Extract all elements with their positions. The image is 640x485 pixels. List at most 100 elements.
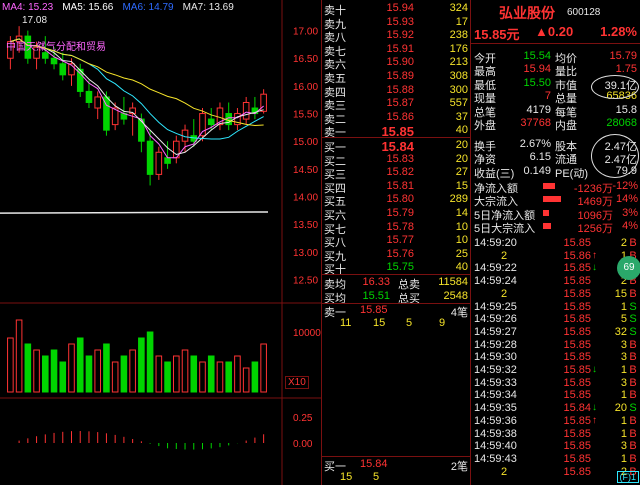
tick-price: 15.85 [563,325,591,338]
stat-label: 内盘 [555,120,577,132]
ask-level[interactable]: 卖一 15.85 40 [322,124,470,139]
tick-row[interactable]: 14:59:28 15.85 3 B [471,339,640,352]
tick-row[interactable]: 14:59:40 15.85 3 B [471,440,640,453]
price-axis-label: 12.50 [293,275,318,286]
tick-row[interactable]: 14:59:2215.85↓7B [471,262,640,275]
level-volume: 40 [455,261,468,274]
tick-price: 15.85 [563,351,591,364]
ask-level[interactable]: 卖五 15.89 308 [322,70,470,85]
stat-label: 外盘 [474,120,496,132]
tick-row[interactable]: 14:59:30 15.85 3 B [471,351,640,364]
bid-level[interactable]: 买九 15.76 25 [322,248,470,263]
tick-row[interactable]: 14:59:26 15.85 5 S [471,313,640,326]
tick-row[interactable]: 2 15.85 2 B [471,466,640,479]
price-axis-label: 15.00 [293,137,318,148]
tick-row[interactable]: 14:59:20 15.85 2 B [471,237,640,250]
tick-row[interactable]: 14:59:33 15.85 3 B [471,377,640,390]
percent-change: 1.28% [600,24,637,39]
ask-level[interactable]: 卖六 15.90 213 [322,56,470,71]
tick-row[interactable]: 14:59:27 15.85 32 S [471,326,640,339]
volume-bar [120,355,128,393]
tick-arrow: ↓ [592,262,597,274]
level-volume: 10 [455,220,468,233]
bid-level[interactable]: 买七 15.78 10 [322,220,470,236]
tick-row[interactable]: 215.86↑1B [471,250,640,263]
volume-bar [76,337,84,393]
tick-volume: 2 [620,237,627,249]
price-axis-label: 14.00 [293,193,318,204]
tick-price: 15.84 [563,402,591,415]
tick-arrow: ↓ [592,402,597,414]
kline-chart-svg[interactable]: 17.00 16.50 16.00 15.50 15.00 14.50 14.00 13.50… [0,0,321,485]
ma-legend: MA4: 15.23 MA5: 15.66 MA6: 14.79 MA7: 13… [2,1,240,13]
tick-volume: 1 [620,389,627,402]
ask-level[interactable]: 卖四 15.88 300 [322,84,470,99]
tick-row[interactable]: 14:59:38 15.85 1 B [471,428,640,441]
bid-level[interactable]: 买五 15.80 289 [322,193,470,208]
ask-level[interactable]: 卖二 15.86 37 [322,111,470,126]
ask-level[interactable]: 卖八 15.92 238 [322,29,470,44]
level-volume: 557 [449,97,468,110]
tick-row[interactable]: 14:59:32 15.85 ↓ 1 B [471,364,640,377]
level-volume: 15 [455,179,468,192]
ask-level[interactable]: 卖三 15.87 557 [322,97,470,112]
level-price: 15.91 [386,42,414,55]
volume-bar [94,349,101,393]
tick-row[interactable]: 14:59:36 15.85 ↑ 1 B [471,415,640,428]
ask-level[interactable]: 卖十 15.94 324 [322,2,470,17]
tick-price: 15.85 [563,452,591,465]
level-price: 15.92 [386,29,414,42]
tick-row[interactable]: 2 15.85 15 B [471,288,640,301]
tick-row[interactable]: 14:59:34 15.85 1 B [471,389,640,402]
flow-bar [543,183,555,189]
tick-price: 15.85 [563,465,591,478]
bid-level[interactable]: 买十 15.75 40 [322,261,470,276]
flow-row: 大宗流入 1469万 14% [471,193,640,208]
tick-arrow: ↑ [592,249,597,261]
tick-page-link[interactable]: (F)1 [616,471,639,483]
stat-value: 4179 [526,103,551,116]
level-volume: 20 [455,139,468,151]
float-ball-icon[interactable]: 69 [617,256,640,280]
tick-time: 14:59:33 [474,376,517,389]
level-volume: 324 [449,2,468,14]
tick-row[interactable]: 14:59:24 15.85 2 B [471,275,640,288]
queue-order: 11 [340,317,352,329]
tick-row[interactable]: 14:59:43 15.85 1 B [471,453,640,466]
bid-level[interactable]: 买六 15.79 14 [322,207,470,222]
tick-row[interactable]: 14:59:35 15.84 ↓ 20 S [471,402,640,415]
ask-level[interactable]: 卖九 15.93 17 [322,16,470,31]
sell-queue[interactable]: 卖一 15.85 4笔 [322,304,470,319]
tick-time: 14:59:28 [474,338,517,351]
candle-body [242,101,250,120]
tick-row[interactable]: 14:59:25 15.85 1 S [471,301,640,314]
bid-level[interactable]: 买一 15.84 20 [322,139,470,154]
tick-side: B [629,364,637,376]
volume-bar [216,361,224,393]
buy-queue[interactable]: 买一 15.84 2笔 [322,458,470,473]
level-price: 15.78 [386,220,414,233]
bid-level[interactable]: 买八 15.77 10 [322,234,470,249]
tick-price: 15.86 [563,249,591,262]
bid-level[interactable]: 买三 15.82 27 [322,166,470,181]
stat-value: 28068 [606,117,637,129]
queue-order: 9 [439,317,446,329]
tick-price: 15.85 [563,414,591,427]
kline-chart-panel[interactable]: 17.00 16.50 16.00 15.50 15.00 14.50 14.00 13.50… [0,0,321,485]
total-value: 11584 [438,276,468,288]
high-marker: 17.08 [22,15,48,26]
tick-time: 2 [501,249,508,262]
tick-price: 15.85 [563,376,591,389]
bid-level[interactable]: 买四 15.81 15 [322,179,470,195]
tick-side: B [629,440,637,453]
tick-time: 14:59:22 [474,262,517,275]
ask-level[interactable]: 卖七 15.91 176 [322,42,470,58]
queue-orders: 15 5 [322,471,470,485]
candle-body [207,118,215,126]
level-price: 15.90 [386,56,414,69]
tick-time: 14:59:38 [474,427,517,440]
flow-bar [543,196,561,203]
stock-name: 弘业股份 [499,5,555,21]
flow-row: 5日大宗流入 1256万 4% [471,220,640,235]
bid-level[interactable]: 买二 15.83 20 [322,153,470,168]
